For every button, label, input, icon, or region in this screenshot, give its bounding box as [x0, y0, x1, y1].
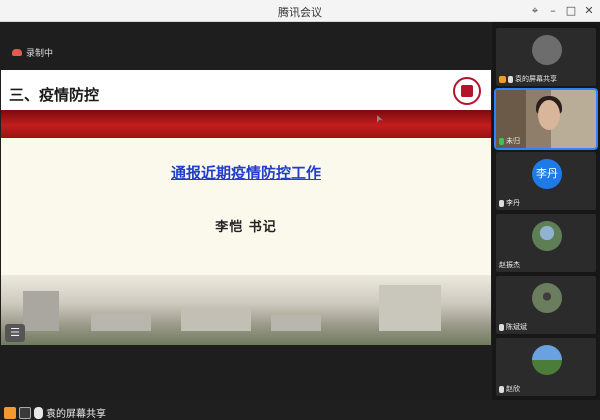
- person-face: [538, 100, 560, 130]
- mic-icon: [499, 199, 504, 207]
- mic-icon: [508, 75, 513, 83]
- participant-label: 未归: [499, 136, 520, 146]
- participant-tile[interactable]: 李丹 李丹: [496, 152, 596, 210]
- participant-name: 陈斌斌: [506, 323, 527, 331]
- building-shape: [181, 309, 251, 331]
- participant-tile[interactable]: 赵欣: [496, 338, 596, 396]
- participant-sidebar: 袁的屏幕共享 未归 李丹 李丹 赵振杰 陈斌斌 赵欣: [492, 22, 600, 400]
- participant-label: 陈斌斌: [499, 322, 527, 332]
- slide-red-banner: [1, 110, 491, 138]
- presentation-slide: 三、疫情防控 通报近期疫情防控工作 李恺 书记: [1, 70, 491, 345]
- pin-icon[interactable]: ⌖: [526, 2, 544, 20]
- participant-name: 赵振杰: [499, 261, 520, 269]
- mic-active-icon: [499, 137, 504, 145]
- sharer-bar[interactable]: 袁的屏幕共享: [4, 405, 106, 420]
- minimize-button[interactable]: –: [544, 2, 562, 20]
- user-icon: [4, 406, 16, 419]
- recording-indicator: 录制中: [12, 46, 53, 59]
- user-icon: [499, 75, 506, 83]
- campus-skyline-image: [1, 275, 491, 345]
- building-shape: [379, 285, 441, 331]
- screen-share-icon: [19, 406, 31, 419]
- slide-section-title: 三、疫情防控: [9, 86, 100, 104]
- avatar: [532, 221, 562, 251]
- window-title: 腾讯会议: [278, 6, 322, 19]
- avatar: [532, 35, 562, 65]
- building-shape: [23, 291, 59, 331]
- mic-icon: [499, 385, 504, 393]
- participant-tile[interactable]: 袁的屏幕共享: [496, 28, 596, 86]
- participant-label: 赵振杰: [499, 260, 520, 270]
- building-shape: [271, 315, 321, 331]
- avatar: [532, 345, 562, 375]
- title-bar: 腾讯会议 ⌖ – □ ✕: [0, 0, 600, 22]
- mic-icon: [34, 406, 43, 419]
- participant-name: 赵欣: [506, 385, 520, 393]
- participant-name: 未归: [506, 137, 520, 145]
- participant-label: 李丹: [499, 198, 520, 208]
- avatar: 李丹: [532, 159, 562, 189]
- participant-label: 赵欣: [499, 384, 520, 394]
- menu-icon[interactable]: ☰: [5, 324, 25, 342]
- cloud-recording-icon: [12, 49, 22, 56]
- slide-main-title: 通报近期疫情防控工作: [170, 164, 321, 182]
- sharer-label: 袁的屏幕共享: [46, 409, 106, 420]
- slide-header: 三、疫情防控: [1, 70, 491, 112]
- close-button[interactable]: ✕: [580, 2, 598, 20]
- participant-label: 袁的屏幕共享: [499, 74, 557, 84]
- recording-label: 录制中: [26, 49, 54, 59]
- participant-name: 袁的屏幕共享: [515, 75, 557, 83]
- mic-icon: [499, 323, 504, 331]
- maximize-button[interactable]: □: [562, 2, 580, 20]
- participant-name: 李丹: [506, 199, 520, 207]
- slide-speaker: 李恺 书记: [215, 220, 277, 235]
- building-shape: [91, 313, 151, 331]
- avatar: [532, 283, 562, 313]
- shared-screen-area: 录制中 三、疫情防控 通报近期疫情防控工作 李恺 书记 ☰ 袁的屏幕共享: [0, 22, 492, 420]
- university-logo-icon: [453, 77, 481, 105]
- participant-tile-active[interactable]: 未归: [494, 88, 598, 150]
- participant-tile[interactable]: 赵振杰: [496, 214, 596, 272]
- participant-tile[interactable]: 陈斌斌: [496, 276, 596, 334]
